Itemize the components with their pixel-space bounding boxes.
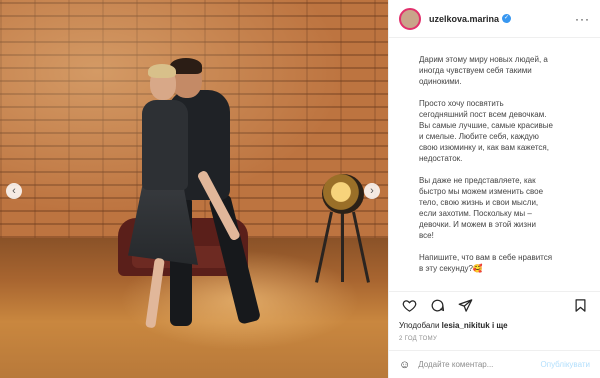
- share-icon[interactable]: [455, 296, 475, 316]
- likes-prefix: Уподобали: [399, 321, 440, 330]
- floor-lamp: [322, 174, 364, 214]
- post-timestamp[interactable]: 2 ГОД ТОМУ: [389, 332, 600, 350]
- comment-icon[interactable]: [427, 296, 447, 316]
- avatar[interactable]: [399, 7, 421, 30]
- comment-bar: ☺ Опублікувати: [389, 350, 600, 378]
- verified-badge-icon: ✓: [502, 14, 512, 23]
- female-dancer: [142, 100, 188, 190]
- more-options-icon[interactable]: ···: [575, 12, 590, 26]
- likes-suffix[interactable]: і ще: [492, 321, 508, 330]
- post-sidebar: uzelkova.marina ✓ ··· Дарим этому миру н…: [388, 0, 600, 378]
- action-bar: [389, 291, 600, 319]
- liker-username[interactable]: lesia_nikituk: [442, 321, 490, 330]
- heart-icon[interactable]: [399, 296, 419, 316]
- smiley-icon[interactable]: ☺: [399, 359, 410, 371]
- bookmark-icon[interactable]: [570, 296, 590, 316]
- chevron-left-icon[interactable]: ‹: [6, 183, 22, 199]
- post-header: uzelkova.marina ✓ ···: [389, 0, 600, 38]
- caption-paragraph: Вы даже не представляете, как быстро мы …: [419, 176, 544, 240]
- caption-paragraph: Просто хочу посвятить сегодняшний пост в…: [419, 99, 553, 163]
- chevron-right-icon[interactable]: ›: [364, 183, 380, 199]
- caption-paragraph: Дарим этому миру новых людей, а иногда ч…: [419, 55, 548, 86]
- username[interactable]: uzelkova.marina: [429, 14, 499, 24]
- publish-button[interactable]: Опублікувати: [541, 360, 590, 369]
- likes-line: Уподобали lesia_nikituk і ще: [389, 319, 600, 332]
- post-caption: Дарим этому миру новых людей, а иногда ч…: [389, 38, 600, 291]
- caption-paragraph: Напишите, что вам в себе нравится в эту …: [419, 253, 553, 273]
- instagram-post: ‹ › uzelkova.marina ✓ ··· Дарим этому ми…: [0, 0, 600, 378]
- comment-input[interactable]: [418, 360, 541, 369]
- post-photo[interactable]: ‹ ›: [0, 0, 388, 378]
